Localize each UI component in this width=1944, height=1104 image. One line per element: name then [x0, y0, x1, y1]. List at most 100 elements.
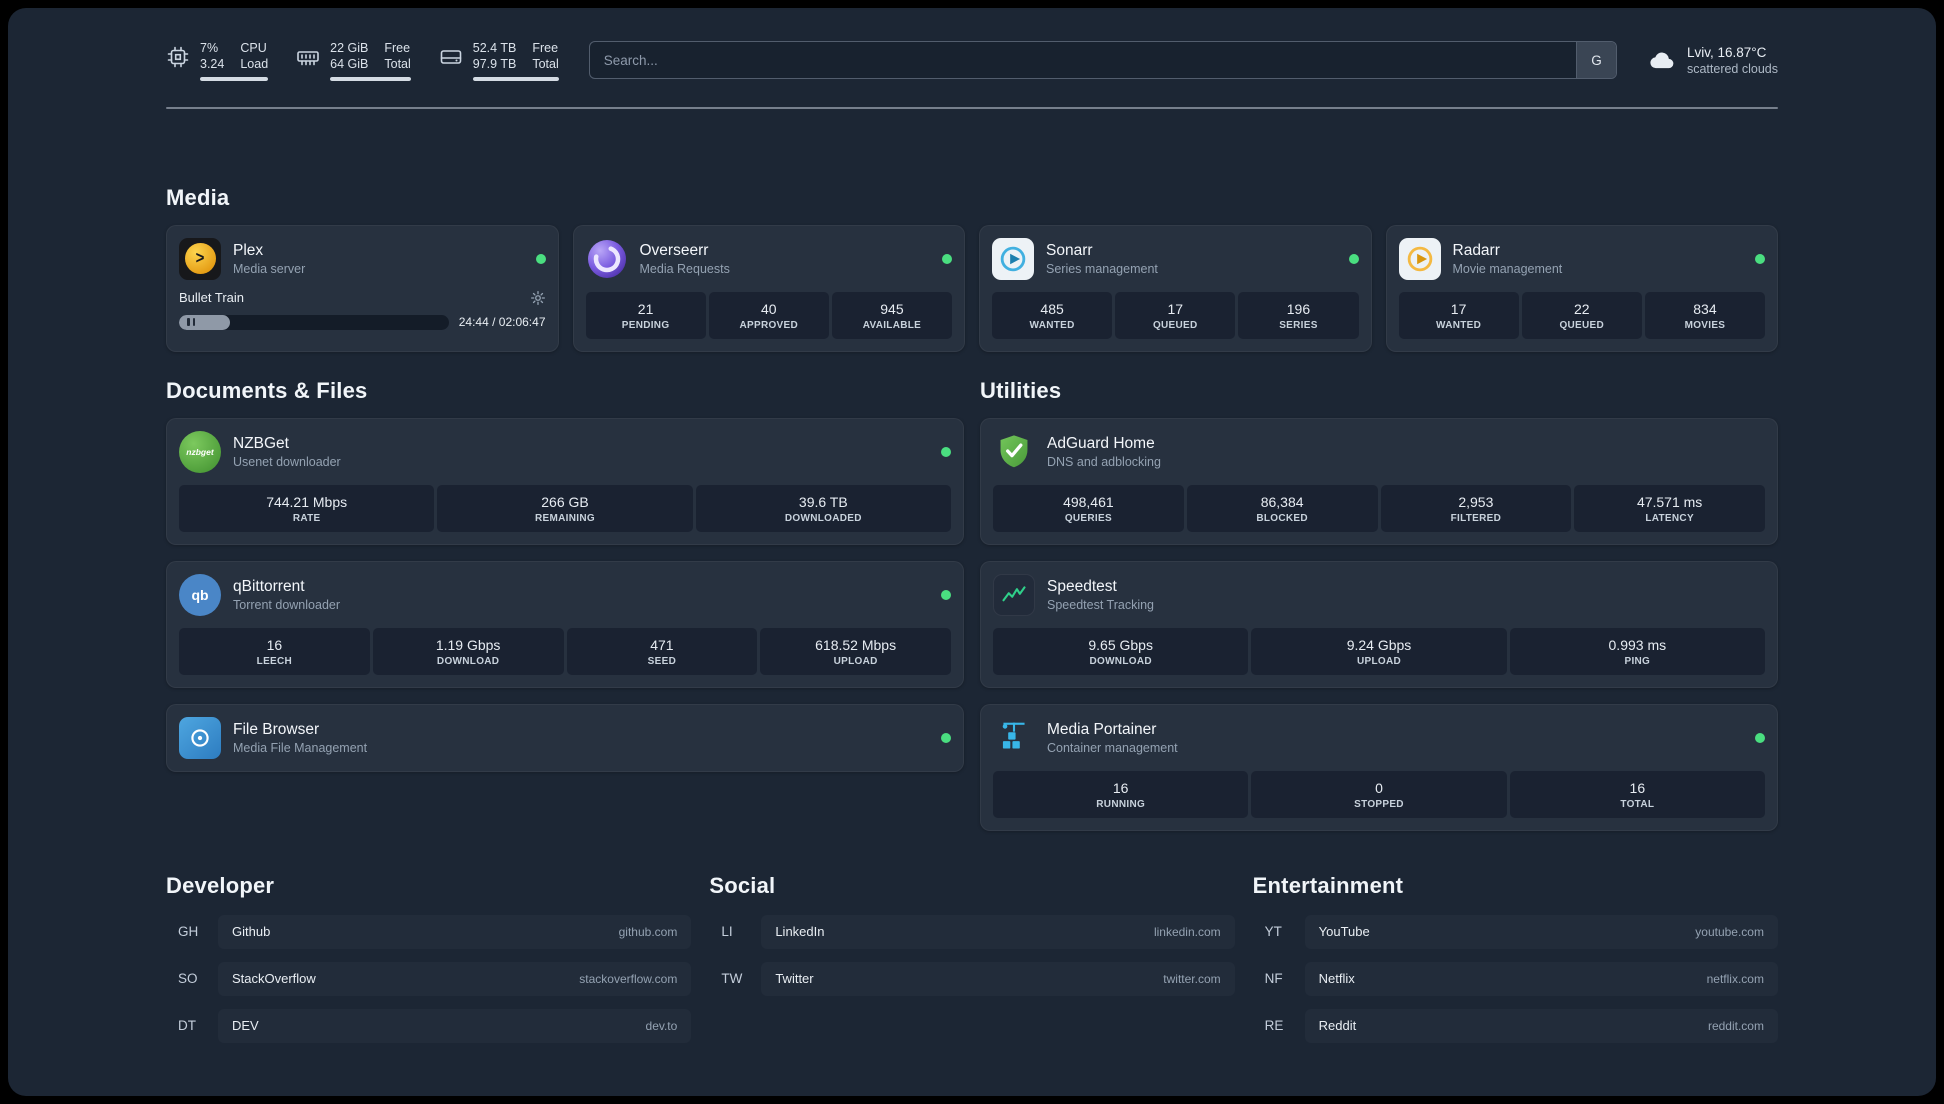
- memory-progress-bar: [330, 76, 411, 81]
- playback-time: 24:44 / 02:06:47: [458, 315, 546, 329]
- section-utilities: Utilities AdGuard Home DNS and adblockin…: [980, 378, 1778, 831]
- bookmarks-developer: Developer GH Github github.com SO StackO…: [166, 872, 692, 1043]
- disk-widget: 52.4 TB 97.9 TB Free Total: [439, 40, 559, 81]
- cpu-labels: CPU Load: [240, 41, 269, 72]
- cloud-icon: [1647, 45, 1677, 75]
- stat-tile: 86,384 BLOCKED: [1186, 484, 1378, 532]
- stat-tile: 0.993 ms PING: [1509, 627, 1765, 675]
- stat-tile: 471 SEED: [566, 627, 758, 675]
- status-dot: [941, 446, 951, 457]
- pause-icon[interactable]: [187, 318, 195, 326]
- cpu-icon: [166, 45, 190, 69]
- memory-icon: [296, 45, 320, 69]
- search-provider-button[interactable]: G: [1575, 42, 1616, 79]
- stat-tile: 47.571 ms LATENCY: [1574, 484, 1765, 532]
- bookmark-dev[interactable]: DT DEV dev.to: [166, 1008, 692, 1043]
- status-dot: [941, 589, 951, 600]
- qbittorrent-icon: qb: [179, 573, 221, 616]
- resource-widgets: 7% 3.24 CPU Load 22 GiB 64 GiB Free Tota…: [166, 40, 559, 81]
- bookmark-netflix[interactable]: NF Netflix netflix.com: [1253, 961, 1778, 996]
- bookmark-linkedin[interactable]: LI LinkedIn linkedin.com: [709, 914, 1235, 949]
- portainer-icon: [993, 717, 1035, 759]
- dashboard-frame: 7% 3.24 CPU Load 22 GiB 64 GiB Free Tota…: [8, 8, 1936, 1096]
- status-dot: [535, 253, 546, 264]
- weather-condition: scattered clouds: [1686, 61, 1778, 76]
- weather-location: Lviv, 16.87°C: [1686, 44, 1767, 60]
- status-dot: [1755, 732, 1765, 743]
- cpu-widget: 7% 3.24 CPU Load: [166, 40, 269, 81]
- stat-tile: 1.19 Gbps DOWNLOAD: [372, 627, 564, 675]
- stat-tile: 618.52 Mbps UPLOAD: [760, 627, 951, 675]
- status-dot: [1348, 253, 1359, 264]
- filebrowser-icon: [179, 716, 221, 759]
- cpu-progress-bar: [200, 76, 269, 81]
- stat-tile: 485 WANTED: [992, 291, 1113, 339]
- gear-icon[interactable]: [530, 290, 546, 306]
- stat-tile: 16 TOTAL: [1509, 770, 1765, 818]
- service-card-speedtest[interactable]: Speedtest Speedtest Tracking 9.65 Gbps D…: [980, 560, 1778, 688]
- bookmark-reddit[interactable]: RE Reddit reddit.com: [1253, 1008, 1778, 1043]
- developer-section-title: Developer: [166, 872, 275, 898]
- speedtest-icon: [993, 573, 1035, 616]
- radarr-icon: [1398, 237, 1441, 280]
- status-dot: [941, 732, 951, 743]
- stat-tile: 16 RUNNING: [993, 770, 1249, 818]
- stat-tile: 834 MOVIES: [1644, 291, 1766, 339]
- service-card-nzbget[interactable]: nzbget NZBGet Usenet downloader 744.21 M…: [166, 417, 964, 545]
- playback-progress-bar[interactable]: [179, 314, 449, 330]
- search-bar: G: [588, 41, 1617, 80]
- stat-tile: 17 WANTED: [1398, 291, 1519, 339]
- disk-icon: [439, 45, 463, 69]
- disk-values: 52.4 TB 97.9 TB: [472, 41, 517, 72]
- adguard-icon: [993, 431, 1035, 473]
- service-card-filebrowser[interactable]: File Browser Media File Management: [166, 703, 964, 772]
- service-card-sonarr[interactable]: Sonarr Series management 485 WANTED 17 Q…: [979, 224, 1372, 352]
- cpu-values: 7% 3.24: [200, 41, 225, 72]
- social-section-title: Social: [709, 872, 776, 898]
- search-input[interactable]: [589, 42, 1576, 79]
- service-card-qbittorrent[interactable]: qb qBittorrent Torrent downloader 16 LEE…: [166, 560, 964, 688]
- service-card-radarr[interactable]: Radarr Movie management 17 WANTED 22 QUE…: [1385, 224, 1778, 352]
- stat-tile: 17 QUEUED: [1115, 291, 1236, 339]
- stat-tile: 0 STOPPED: [1251, 770, 1507, 818]
- documents-section-title: Documents & Files: [166, 377, 368, 403]
- now-playing-title: Bullet Train: [179, 290, 245, 305]
- stat-tile: 266 GB REMAINING: [437, 484, 693, 532]
- memory-widget: 22 GiB 64 GiB Free Total: [296, 40, 411, 81]
- service-card-overseerr[interactable]: Overseerr Media Requests 21 PENDING 40 A…: [572, 224, 965, 352]
- overseerr-icon: [586, 238, 628, 280]
- sonarr-icon: [992, 237, 1034, 280]
- plex-icon: >: [179, 237, 221, 280]
- entertainment-section-title: Entertainment: [1252, 872, 1404, 898]
- topbar-divider: [166, 106, 1778, 109]
- service-card-plex[interactable]: > Plex Media server Bullet Train 24:44 /…: [166, 224, 559, 352]
- bookmark-github[interactable]: GH Github github.com: [166, 914, 692, 949]
- stat-tile: 945 AVAILABLE: [831, 291, 953, 339]
- stat-tile: 196 SERIES: [1238, 291, 1359, 339]
- stat-tile: 22 QUEUED: [1521, 291, 1642, 339]
- stat-tile: 2,953 FILTERED: [1380, 484, 1572, 532]
- memory-labels: Free Total: [384, 41, 411, 72]
- bookmarks-entertainment: Entertainment YT YouTube youtube.com NF …: [1253, 873, 1778, 1043]
- media-section-title: Media: [166, 184, 230, 210]
- stat-tile: 16 LEECH: [179, 627, 370, 675]
- stat-tile: 40 APPROVED: [708, 291, 829, 339]
- service-card-portainer[interactable]: Media Portainer Container management 16 …: [980, 703, 1778, 831]
- disk-progress-bar: [472, 76, 559, 81]
- section-media: Media > Plex Media server Bullet Train 2…: [166, 185, 1778, 352]
- disk-labels: Free Total: [532, 41, 559, 72]
- section-documents: Documents & Files nzbget NZBGet Usenet d…: [166, 378, 964, 772]
- utilities-section-title: Utilities: [980, 377, 1062, 403]
- topbar: 7% 3.24 CPU Load 22 GiB 64 GiB Free Tota…: [166, 8, 1778, 81]
- service-card-adguard[interactable]: AdGuard Home DNS and adblocking 498,461 …: [980, 417, 1778, 545]
- memory-values: 22 GiB 64 GiB: [330, 41, 369, 72]
- stat-tile: 9.65 Gbps DOWNLOAD: [993, 627, 1249, 675]
- bookmark-stackoverflow[interactable]: SO StackOverflow stackoverflow.com: [166, 961, 692, 996]
- stat-tile: 21 PENDING: [585, 291, 706, 339]
- bookmarks-social: Social LI LinkedIn linkedin.com TW Twitt…: [709, 872, 1235, 996]
- now-playing: Bullet Train 24:44 / 02:06:47: [179, 290, 546, 330]
- nzbget-icon: nzbget: [179, 430, 221, 473]
- status-dot: [942, 253, 952, 264]
- bookmark-youtube[interactable]: YT YouTube youtube.com: [1253, 914, 1778, 949]
- bookmark-twitter[interactable]: TW Twitter twitter.com: [709, 961, 1235, 996]
